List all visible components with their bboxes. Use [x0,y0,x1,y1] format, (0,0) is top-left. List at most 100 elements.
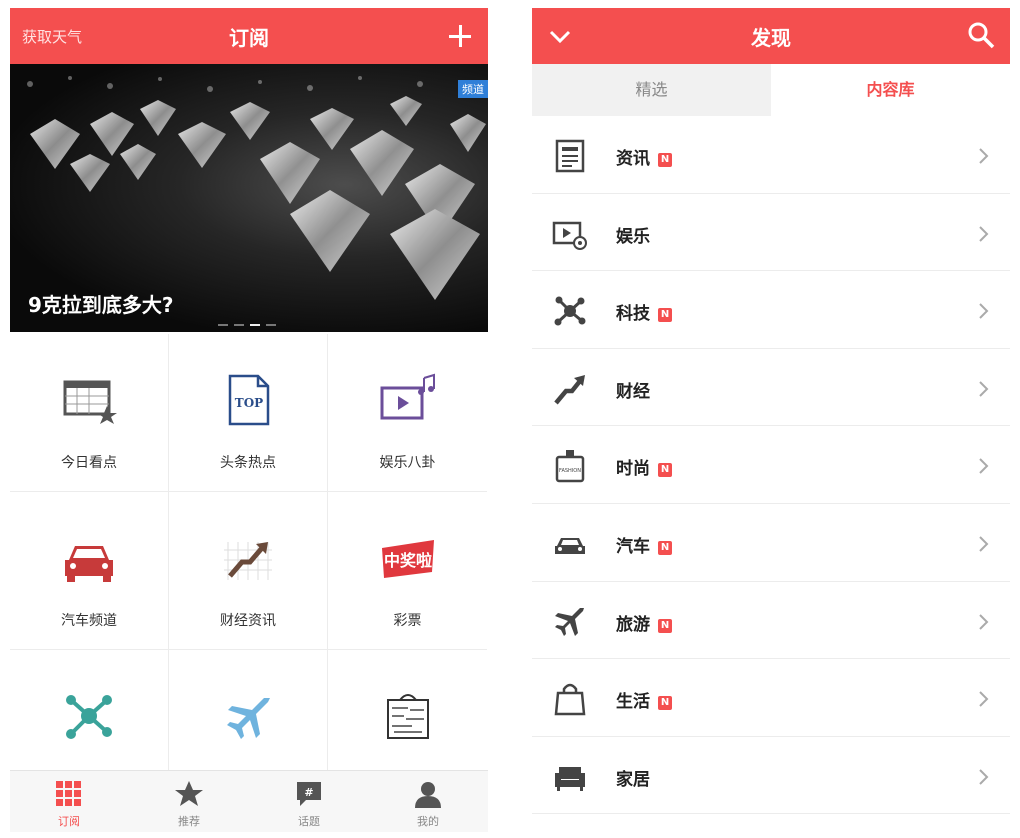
video-music-icon [380,373,435,420]
calendar-star-icon [63,380,117,424]
carousel-dot[interactable] [266,324,276,326]
discover-tabs: 精选 内容库 [532,64,1010,116]
category-label: 财经 [616,381,650,402]
page-title: 订阅 [229,26,269,50]
channel-label: 头条热点 [220,455,276,471]
channel-top-news[interactable]: TOP 头条热点 [169,334,328,492]
discover-screen: 发现 精选 内容库 资讯 N 娱乐 科技 N 财经 FASHION 时尚 N 汽… [532,8,1010,832]
chevron-right-icon [979,148,989,164]
topic-icon: # [297,782,321,806]
carousel-indicator [218,324,276,326]
car-icon [65,546,113,582]
svg-text:TOP: TOP [235,396,263,410]
new-badge: N [658,153,672,167]
category-entertainment[interactable]: 娱乐 [532,194,1010,272]
category-list: 资讯 N 娱乐 科技 N 财经 FASHION 时尚 N 汽车 N 旅游 N 生… [532,116,1010,815]
chevron-right-icon [979,691,989,707]
search-icon[interactable] [966,20,996,50]
category-label: 时尚 N [616,454,672,479]
star-icon [175,781,203,806]
bottom-navigation: 订阅 推荐 # 话题 我的 [10,770,488,832]
svg-text:#: # [304,786,313,799]
new-badge: N [658,540,672,555]
car-icon [555,537,585,554]
user-icon [415,782,441,808]
carousel-dot-active[interactable] [250,324,260,326]
nav-recommend[interactable]: 推荐 [149,779,229,829]
tech-icon [554,296,586,326]
chevron-right-icon [979,458,989,475]
category-car[interactable]: 汽车 N [532,504,1010,582]
page-title: 发现 [751,26,791,50]
nav-label: 话题 [298,815,320,828]
category-label: 娱乐 [616,226,650,247]
lottery-text: 中奖啦 [383,551,431,570]
channel-entertainment[interactable]: 娱乐八卦 [328,334,487,492]
channel-today[interactable]: 今日看点 [10,334,169,492]
nav-mine[interactable]: 我的 [388,779,468,829]
category-label: 科技 N [616,299,672,324]
channel-label: 今日看点 [61,455,117,471]
nav-label: 我的 [417,815,439,828]
channel-label: 汽车频道 [61,613,117,629]
new-badge: N [658,696,672,711]
chevron-right-icon [979,381,989,397]
nav-label: 订阅 [58,815,80,828]
chevron-right-icon [979,225,989,242]
category-label: 旅游 N [616,610,672,635]
category-label: 生活 N [616,687,672,712]
category-label: 资讯 N [616,144,672,169]
nav-label: 推荐 [178,815,200,828]
channel-label: 彩票 [393,613,422,629]
subscribe-header: 获取天气 订阅 [10,8,488,64]
category-label: 汽车 N [616,532,672,557]
airplane-icon [227,698,270,739]
channel-label: 财经资讯 [220,613,276,629]
channel-label: 娱乐八卦 [379,455,436,471]
lottery-badge-icon: 中奖啦 [381,540,434,578]
category-fashion[interactable]: FASHION 时尚 N [532,426,1010,504]
chevron-right-icon [979,769,989,785]
category-travel[interactable]: 旅游 N [532,582,1010,660]
top-document-icon: TOP [228,374,270,426]
travel-icon [555,607,584,636]
tab-featured[interactable]: 精选 [532,64,771,116]
chevron-right-icon [979,613,989,630]
category-label: 家居 [616,769,650,790]
molecule-icon [66,695,112,739]
subscribe-screen: 获取天气 订阅 频道 9克拉到底多大? 今日看点 TOP 头条热点 娱乐八卦 汽… [10,8,488,832]
category-finance[interactable]: 财经 [532,349,1010,427]
channel-badge: 频道 [458,80,488,98]
chevron-right-icon [979,303,989,319]
category-home[interactable]: 家居 [532,737,1010,815]
channel-finance[interactable]: 财经资讯 [169,492,328,650]
category-life[interactable]: 生活 N [532,659,1010,737]
add-icon[interactable] [446,22,474,50]
channel-grid: 今日看点 TOP 头条热点 娱乐八卦 汽车频道 财经资讯 中奖啦 彩票 [10,334,488,808]
new-badge: N [658,463,672,478]
fashion-text: FASHION [559,468,581,474]
new-badge: N [658,308,672,323]
category-tech[interactable]: 科技 N [532,271,1010,349]
nav-subscribe[interactable]: 订阅 [29,779,109,829]
tab-content-library[interactable]: 内容库 [771,64,1010,116]
carousel-dot[interactable] [218,324,228,326]
finance-icon [554,374,585,405]
news-icon [555,139,585,173]
channel-car[interactable]: 汽车频道 [10,492,169,650]
discover-header: 发现 [532,8,1010,64]
channel-lottery[interactable]: 中奖啦 彩票 [328,492,487,650]
banner-title[interactable]: 9克拉到底多大? [28,289,174,318]
entertainment-icon [552,221,587,250]
category-news[interactable]: 资讯 N [532,116,1010,194]
sofa-icon [555,766,585,791]
grid-icon [56,781,81,806]
nav-topic[interactable]: # 话题 [269,779,349,829]
shopping-bag-icon [554,683,586,716]
new-badge: N [658,618,672,633]
fashion-bag-icon [386,694,429,739]
chevron-right-icon [979,536,989,552]
carousel-dot[interactable] [234,324,244,326]
featured-banner[interactable]: 频道 9克拉到底多大? [10,64,488,332]
perfume-icon: FASHION [555,450,585,483]
